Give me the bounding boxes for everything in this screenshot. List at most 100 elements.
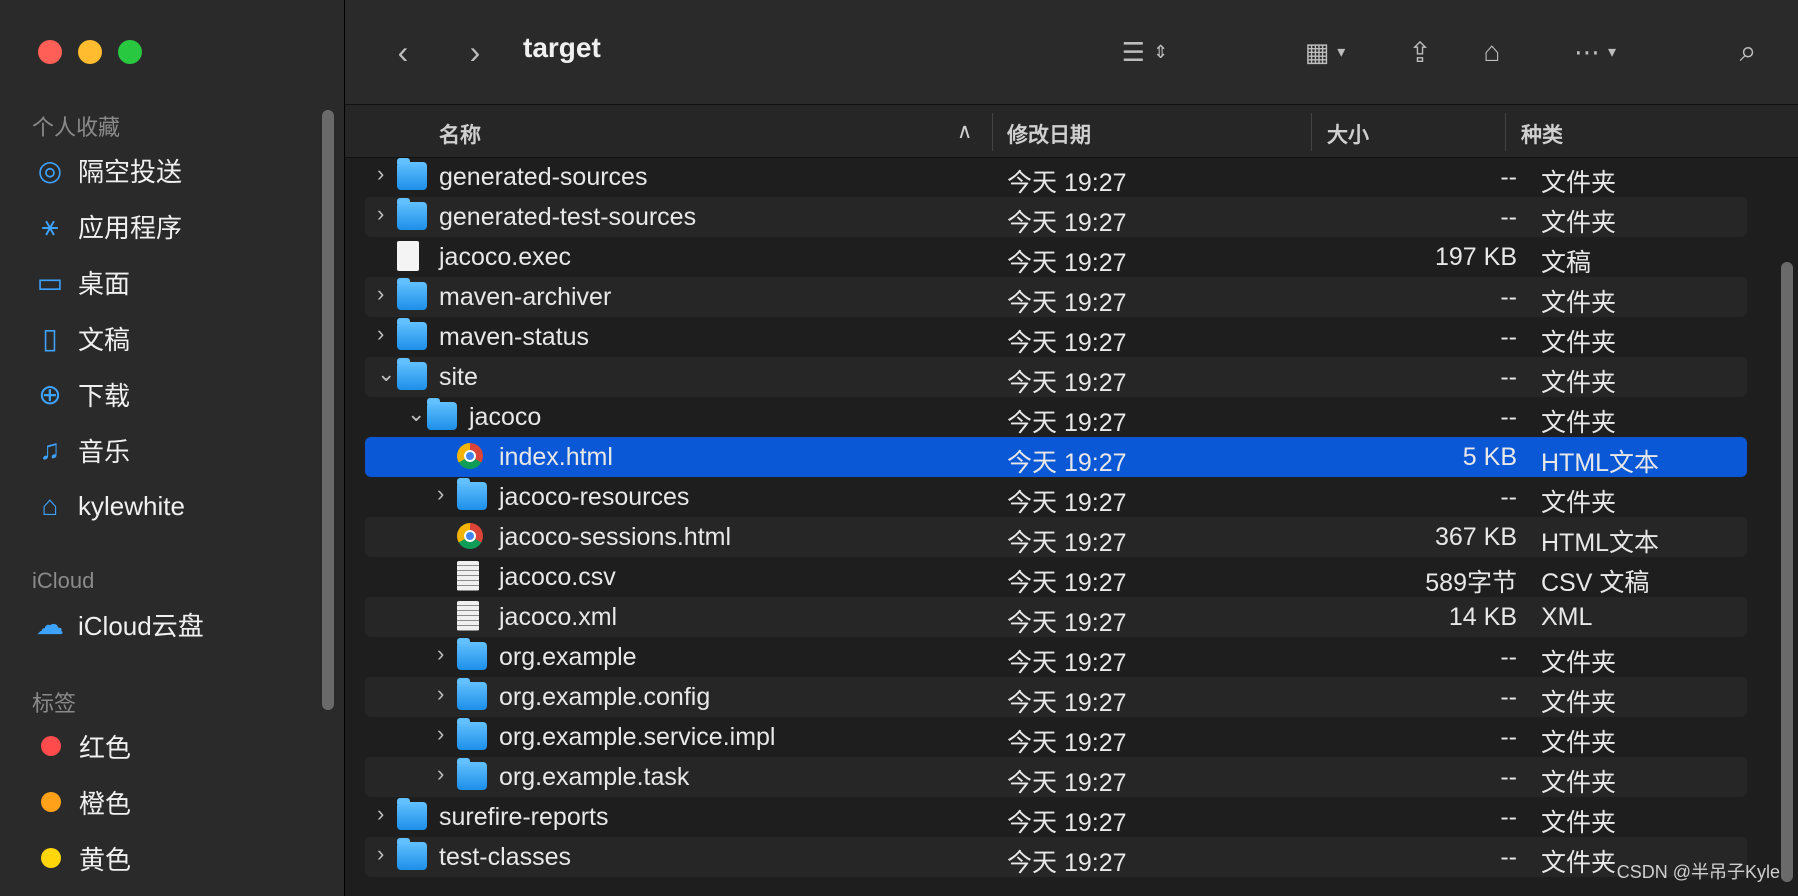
sidebar-item-3[interactable]: ▯ 文稿 <box>30 316 320 360</box>
file-row[interactable]: › maven-archiver 今天 19:27 文件夹 -- <box>365 277 1747 317</box>
disclosure-expanded-icon[interactable]: ⌄ <box>407 401 425 427</box>
sidebar-item-1[interactable]: ⚹ 应用程序 <box>30 204 320 248</box>
folder-icon <box>457 718 487 750</box>
disclosure-collapsed-icon[interactable]: › <box>377 161 384 187</box>
sidebar-item-4[interactable]: ⊕ 下载 <box>30 372 320 416</box>
chevron-left-icon: ‹ <box>397 33 409 70</box>
file-row[interactable]: jacoco.exec 今天 19:27 文稿 197 KB <box>365 237 1747 277</box>
disclosure-collapsed-icon[interactable]: › <box>377 841 384 867</box>
file-row[interactable]: › generated-sources 今天 19:27 文件夹 -- <box>365 157 1747 197</box>
sidebar-scrollbar[interactable] <box>322 110 334 710</box>
disclosure-collapsed-icon[interactable]: › <box>437 481 444 507</box>
file-size: -- <box>1500 203 1517 231</box>
disclosure-collapsed-icon[interactable]: › <box>437 761 444 787</box>
disclosure-collapsed-icon[interactable]: › <box>437 721 444 747</box>
tag-button[interactable]: ⌂ <box>1467 30 1517 74</box>
chevron-down-icon: ▾ <box>1337 44 1346 61</box>
tag-icon: ⌂ <box>1483 36 1501 67</box>
disclosure-expanded-icon[interactable]: ⌄ <box>377 361 395 387</box>
disclosure-collapsed-icon[interactable]: › <box>377 281 384 307</box>
file-row[interactable]: › test-classes 今天 19:27 文件夹 -- <box>365 837 1747 877</box>
file-row[interactable]: › maven-status 今天 19:27 文件夹 -- <box>365 317 1747 357</box>
sidebar-item-0[interactable]: ◎ 隔空投送 <box>30 148 320 192</box>
sidebar-tag-2[interactable]: 黄色 <box>30 836 320 880</box>
sidebar: 个人收藏 ◎ 隔空投送 ⚹ 应用程序 ▭ 桌面 ▯ 文稿 ⊕ 下载 ♫ 音乐 ⌂ kylewhite iC… <box>0 0 344 896</box>
back-button[interactable]: ‹ <box>383 30 423 74</box>
folder-icon <box>427 398 457 430</box>
file-modified: 今天 19:27 <box>1007 809 1127 837</box>
file-name: org.example.service.impl <box>499 723 776 751</box>
file-row[interactable]: ⌄ site 今天 19:27 文件夹 -- <box>365 357 1747 397</box>
file-row[interactable]: › org.example.task 今天 19:27 文件夹 -- <box>365 757 1747 797</box>
disclosure-collapsed-icon[interactable]: › <box>377 321 384 347</box>
file-row[interactable]: › generated-test-sources 今天 19:27 文件夹 -- <box>365 197 1747 237</box>
file-row[interactable]: › org.example 今天 19:27 文件夹 -- <box>365 637 1747 677</box>
view-options-button[interactable]: ☰ ⇕ <box>1105 30 1185 74</box>
sidebar-item-6[interactable]: ⌂ kylewhite <box>30 484 320 528</box>
minimize-window-button[interactable] <box>78 40 102 64</box>
list-scrollbar[interactable] <box>1781 262 1793 882</box>
forward-button[interactable]: › <box>455 30 495 74</box>
close-window-button[interactable] <box>38 40 62 64</box>
cloud-icon: ☁ <box>36 608 64 640</box>
more-icon: ⋯ <box>1573 36 1600 67</box>
chevron-right-icon: › <box>469 33 481 70</box>
sidebar-tag-0[interactable]: 红色 <box>30 724 320 768</box>
tag-color-dot <box>41 792 61 812</box>
chrome-html-icon <box>457 523 483 549</box>
file-row[interactable]: › org.example.service.impl 今天 19:27 文件夹 -- <box>365 717 1747 757</box>
column-kind-header[interactable]: 种类 <box>1521 119 1563 149</box>
zoom-window-button[interactable] <box>118 40 142 64</box>
share-button[interactable]: ⇪ <box>1395 30 1445 74</box>
sidebar-tag-label: 黄色 <box>79 844 132 875</box>
file-modified: 今天 19:27 <box>1007 289 1127 317</box>
disclosure-collapsed-icon[interactable]: › <box>437 641 444 667</box>
file-row[interactable]: ⌄ jacoco 今天 19:27 文件夹 -- <box>365 397 1747 437</box>
file-size: -- <box>1500 803 1517 831</box>
more-actions-button[interactable]: ⋯ ▾ <box>1555 30 1635 74</box>
sidebar-item-label: 文稿 <box>78 324 131 355</box>
file-size: 197 KB <box>1434 243 1517 271</box>
file-size: -- <box>1500 763 1517 791</box>
search-button[interactable]: ⌕ <box>1723 30 1773 74</box>
file-row[interactable]: › jacoco-resources 今天 19:27 文件夹 -- <box>365 477 1747 517</box>
sidebar-tag-1[interactable]: 橙色 <box>30 780 320 824</box>
documents-icon: ▯ <box>42 322 58 354</box>
file-name: site <box>439 363 478 391</box>
toolbar: ‹ › target ☰ ⇕ ▦ ▾ ⇪ ⌂ ⋯ ▾ ⌕ <box>345 0 1798 105</box>
file-row[interactable]: jacoco.xml 今天 19:27 XML 14 KB <box>365 597 1747 637</box>
file-row[interactable]: jacoco-sessions.html 今天 19:27 HTML文本 367 KB <box>365 517 1747 557</box>
sidebar-item-2[interactable]: ▭ 桌面 <box>30 260 320 304</box>
file-size: 589字节 <box>1425 569 1517 597</box>
file-modified: 今天 19:27 <box>1007 449 1127 477</box>
disclosure-collapsed-icon[interactable]: › <box>377 201 384 227</box>
file-modified: 今天 19:27 <box>1007 489 1127 517</box>
folder-icon <box>397 198 427 230</box>
desktop-icon: ▭ <box>36 266 64 298</box>
column-name-header[interactable]: 名称 <box>439 119 481 149</box>
sidebar-item-label: 音乐 <box>78 436 131 467</box>
file-modified: 今天 19:27 <box>1007 409 1127 437</box>
column-modified-header[interactable]: 修改日期 <box>1007 119 1091 149</box>
file-row[interactable]: index.html 今天 19:27 HTML文本 5 KB <box>365 437 1747 477</box>
file-row[interactable]: › org.example.config 今天 19:27 文件夹 -- <box>365 677 1747 717</box>
file-modified: 今天 19:27 <box>1007 329 1127 357</box>
disclosure-collapsed-icon[interactable]: › <box>437 681 444 707</box>
file-size: 5 KB <box>1462 443 1517 471</box>
group-button[interactable]: ▦ ▾ <box>1285 30 1365 74</box>
column-size-header[interactable]: 大小 <box>1327 119 1369 149</box>
file-row[interactable]: › surefire-reports 今天 19:27 文件夹 -- <box>365 797 1747 837</box>
disclosure-collapsed-icon[interactable]: › <box>377 801 384 827</box>
folder-icon <box>397 278 427 310</box>
file-modified: 今天 19:27 <box>1007 569 1127 597</box>
grid-icon: ▦ <box>1304 36 1330 67</box>
file-modified: 今天 19:27 <box>1007 249 1127 277</box>
file-modified: 今天 19:27 <box>1007 729 1127 757</box>
file-kind: 文件夹 <box>1541 769 1617 797</box>
sidebar-item-icloud-drive[interactable]: ☁ iCloud云盘 <box>30 602 320 646</box>
sort-ascending-icon[interactable]: ∧ <box>957 119 972 144</box>
sidebar-item-5[interactable]: ♫ 音乐 <box>30 428 320 472</box>
file-row[interactable]: jacoco.csv 今天 19:27 CSV 文稿 589字节 <box>365 557 1747 597</box>
document-icon <box>457 561 479 591</box>
file-modified: 今天 19:27 <box>1007 169 1127 197</box>
